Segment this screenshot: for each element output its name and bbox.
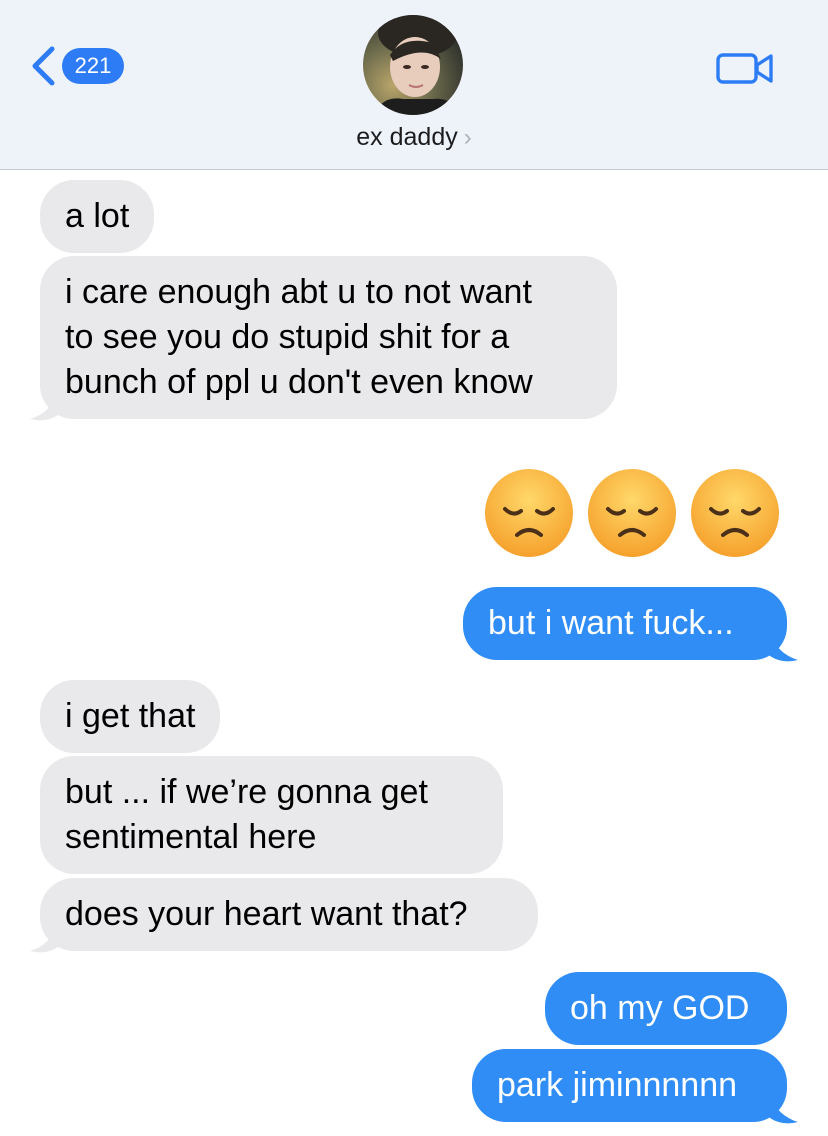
bubble-tail [30, 393, 58, 421]
back-button[interactable]: 221 [30, 42, 140, 90]
message-line: to see you do stupid shit for a [65, 318, 510, 356]
chevron-left-icon [32, 46, 55, 86]
outgoing-message-bubble[interactable]: but i want fuck... [463, 587, 787, 660]
message-line: bunch of ppl u don't even know [65, 363, 533, 401]
avatar[interactable] [363, 15, 463, 115]
bubble-tail [770, 1096, 798, 1124]
contact-name-button[interactable]: ex daddy › [0, 121, 828, 154]
bubble-tail [770, 634, 798, 662]
message-text: i get that [65, 697, 196, 735]
message-text: a lot [65, 197, 130, 235]
outgoing-message-bubble[interactable]: oh my GOD [545, 972, 787, 1045]
disappointed-face-emoji[interactable] [586, 467, 678, 559]
message-text: park jiminnnnnn [497, 1066, 738, 1104]
message-line: but ... if we’re gonna get [65, 773, 428, 811]
message-text: oh my GOD [570, 989, 750, 1027]
contact-name: ex daddy [356, 123, 458, 151]
outgoing-message-bubble[interactable]: park jiminnnnnn [472, 1049, 787, 1122]
incoming-message-bubble[interactable]: a lot [40, 180, 155, 253]
message-line: i care enough abt u to not want [65, 273, 532, 311]
video-camera-icon[interactable] [716, 50, 774, 86]
conversation-header: 221 ex daddy › [0, 0, 828, 170]
disappointed-face-emoji[interactable] [689, 467, 781, 559]
message-line: sentimental here [65, 818, 317, 856]
incoming-message-bubble[interactable]: but ... if we’re gonna get sentimental h… [40, 756, 503, 874]
incoming-message-bubble[interactable]: i care enough abt u to not want to see y… [40, 256, 617, 419]
unread-count-badge: 221 [62, 48, 124, 84]
incoming-message-bubble[interactable]: i get that [40, 680, 221, 753]
bubble-tail [30, 925, 58, 953]
message-text: does your heart want that? [65, 895, 468, 933]
incoming-message-bubble[interactable]: does your heart want that? [40, 878, 538, 951]
disappointed-face-emoji[interactable] [483, 467, 575, 559]
message-text: but i want fuck... [488, 604, 734, 642]
chevron-right-icon: › [463, 124, 472, 151]
